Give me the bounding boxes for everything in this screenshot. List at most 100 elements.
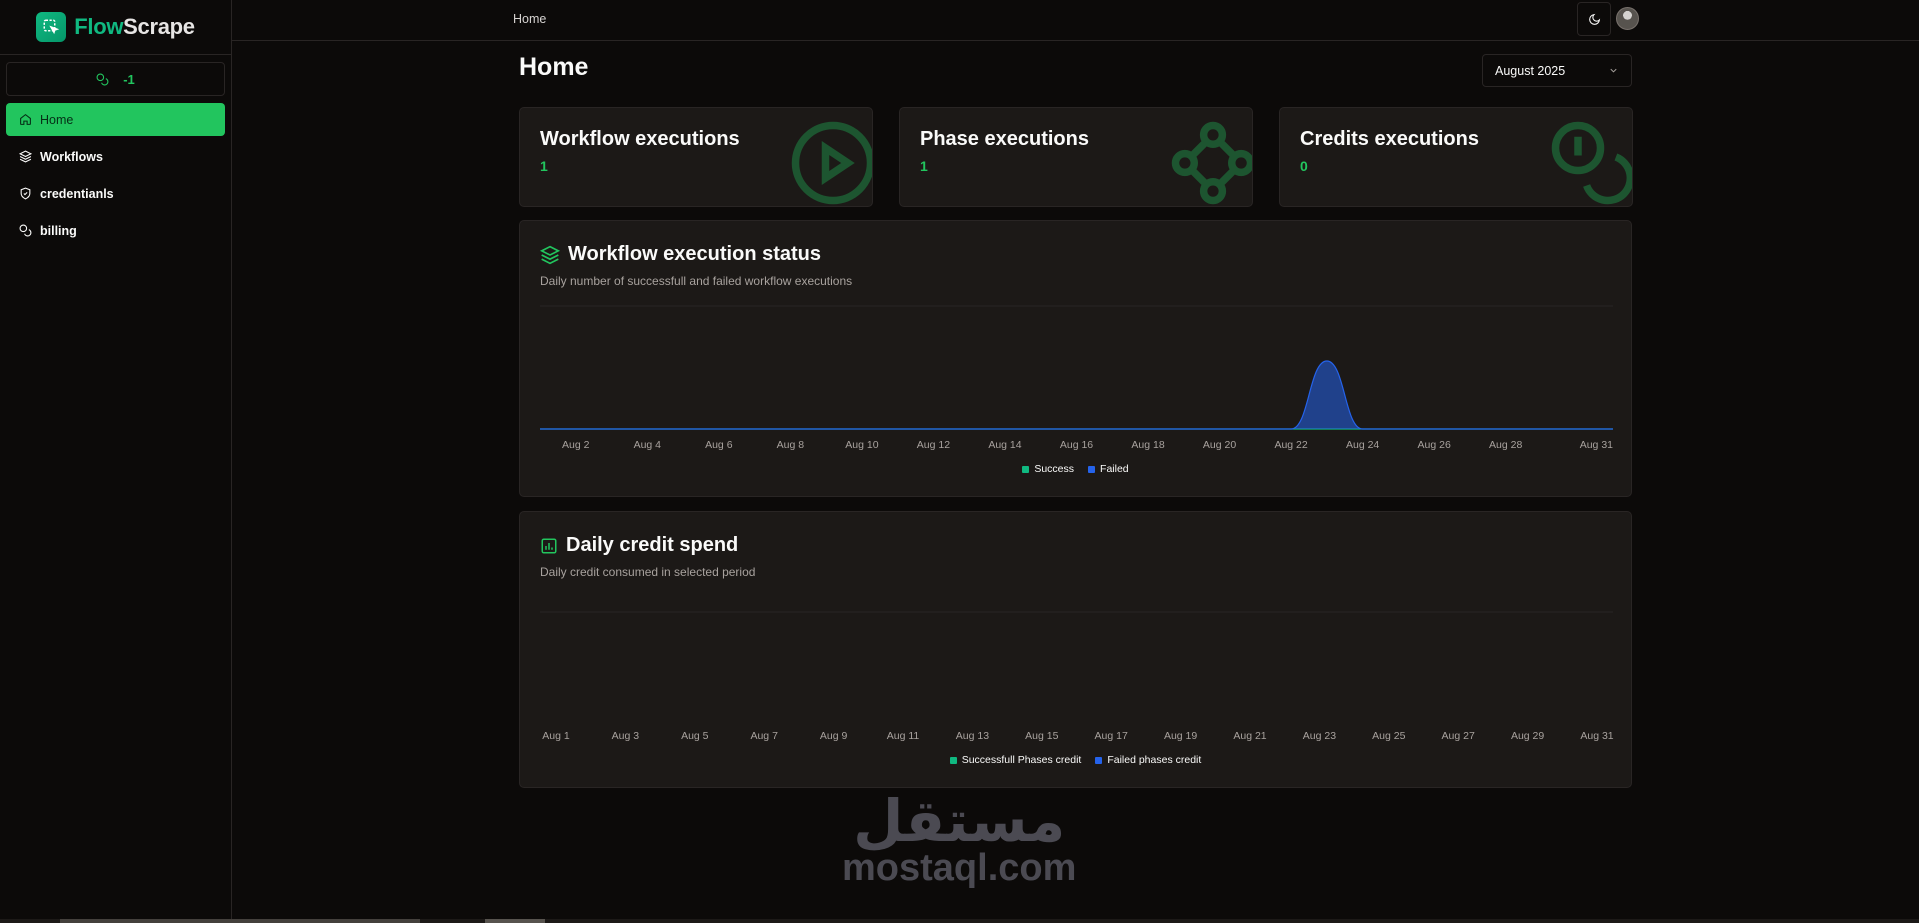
stat-card-credits-executions: Credits executions 0: [1279, 107, 1633, 207]
sidebar-item-home[interactable]: Home: [6, 103, 225, 136]
home-icon: [20, 113, 31, 125]
x-tick-label: Aug 3: [612, 730, 640, 742]
x-tick-label: Aug 11: [887, 730, 920, 742]
x-tick-label: Aug 21: [1233, 730, 1266, 742]
x-tick-label: Aug 2: [562, 439, 590, 451]
sidebar-item-workflows[interactable]: Workflows: [6, 140, 225, 173]
stat-card-workflow-executions: Workflow executions 1: [519, 107, 873, 207]
legend-swatch: [1022, 465, 1030, 473]
pointer-icon: [36, 12, 67, 42]
x-tick-label: Aug 24: [1346, 439, 1379, 451]
x-tick-label: Aug 25: [1372, 730, 1405, 742]
x-tick-label: Aug 13: [956, 730, 989, 742]
legend-label: Failed phases credit: [1107, 754, 1202, 766]
series-area-failed: [540, 361, 1613, 429]
x-tick-label: Aug 4: [634, 439, 662, 451]
stat-label: Workflow executions: [540, 128, 740, 150]
x-tick-label: Aug 22: [1274, 439, 1307, 451]
credit-spend-panel: Daily credit spend Daily credit consumed…: [519, 511, 1632, 788]
theme-toggle-button[interactable]: [1577, 2, 1611, 36]
credit-spend-chart: Aug 1 Aug 3 Aug 5 Aug 7 Aug 9 Aug 11 Aug 13 Aug…: [540, 611, 1614, 742]
x-tick-label: Aug 6: [705, 439, 733, 451]
circle-play-icon: [791, 121, 872, 205]
legend-label: Failed: [1100, 463, 1129, 475]
sidebar: FlowScrape -1 Home Workflows credentianl…: [0, 0, 232, 923]
x-tick-label: Aug 17: [1095, 730, 1128, 742]
x-tick-label: Aug 1: [542, 730, 570, 742]
avatar[interactable]: [1616, 7, 1639, 30]
series-line-failed: [539, 360, 1613, 430]
top-bar: Home: [232, 0, 1919, 41]
credits-value: -1: [123, 71, 135, 87]
x-tick-label: Aug 28: [1489, 439, 1522, 451]
x-tick-label: Aug 31: [1580, 439, 1613, 451]
app-logo[interactable]: FlowScrape: [0, 0, 231, 55]
watermark-latin: mostaql.com: [842, 847, 1077, 889]
app-name: FlowScrape: [74, 14, 195, 40]
stat-card-phase-executions: Phase executions 1: [899, 107, 1253, 207]
x-tick-label: Aug 15: [1025, 730, 1058, 742]
legend-swatch: [1088, 465, 1096, 473]
period-select[interactable]: August 2025: [1482, 54, 1632, 87]
stat-value: 0: [1300, 158, 1308, 174]
legend-label: Successfull Phases credit: [961, 754, 1082, 766]
watermark-arabic: مستقل: [853, 787, 1066, 855]
sidebar-item-billing[interactable]: billing: [6, 214, 225, 247]
x-tick-label: Aug 27: [1442, 730, 1475, 742]
x-tick-label: Aug 8: [777, 439, 805, 451]
page-title: Home: [519, 53, 589, 81]
legend-item-successful-credit[interactable]: Successfull Phases credit: [949, 754, 1082, 766]
workflow-status-panel: Workflow execution status Daily number o…: [519, 220, 1632, 497]
app-name-part2: Scrape: [123, 14, 195, 39]
sidebar-nav: Home Workflows credentianls billing: [0, 103, 231, 247]
moon-icon: [1588, 13, 1600, 25]
sidebar-item-label: Workflows: [40, 149, 103, 164]
scrollbar-thumb[interactable]: [60, 919, 420, 923]
legend-swatch: [949, 756, 957, 764]
chevron-down-icon: [1610, 68, 1617, 73]
chart-legend: Success Failed: [520, 463, 1631, 475]
stat-label: Phase executions: [920, 128, 1089, 150]
stat-value: 1: [920, 158, 928, 174]
x-tick-label: Aug 16: [1060, 439, 1093, 451]
stat-value: 1: [540, 158, 548, 174]
x-tick-label: Aug 23: [1303, 730, 1336, 742]
watermark: مستقل mostaql.com: [842, 787, 1077, 889]
sidebar-item-label: Home: [40, 112, 74, 127]
sidebar-item-label: credentianls: [40, 186, 114, 201]
x-tick-label: Aug 26: [1418, 439, 1451, 451]
x-tick-label: Aug 31: [1580, 730, 1613, 742]
chart-legend: Successfull Phases credit Failed phases …: [520, 754, 1631, 766]
legend-item-success[interactable]: Success: [1022, 463, 1074, 475]
scrollbar-thumb[interactable]: [485, 919, 545, 923]
breadcrumb[interactable]: Home: [513, 12, 546, 26]
x-tick-label: Aug 20: [1203, 439, 1236, 451]
x-tick-label: Aug 14: [988, 439, 1021, 451]
x-tick-label: Aug 29: [1511, 730, 1544, 742]
sidebar-item-credentials[interactable]: credentianls: [6, 177, 225, 210]
legend-item-failed[interactable]: Failed: [1088, 463, 1129, 475]
coins-icon: [96, 73, 109, 85]
sidebar-item-label: billing: [40, 223, 77, 238]
coins-icon: [1551, 121, 1632, 205]
x-tick-label: Aug 10: [845, 439, 878, 451]
stat-label: Credits executions: [1300, 128, 1479, 150]
x-tick-label: Aug 9: [820, 730, 848, 742]
legend-swatch: [1095, 756, 1103, 764]
layers-icon: [19, 150, 32, 163]
workflow-status-chart: Aug 2 Aug 4 Aug 6 Aug 8 Aug 10 Aug 12 Aug 14 Au…: [539, 305, 1613, 451]
credits-balance[interactable]: -1: [6, 62, 225, 96]
x-tick-label: Aug 7: [750, 730, 778, 742]
x-tick-label: Aug 18: [1131, 439, 1164, 451]
x-tick-label: Aug 5: [681, 730, 709, 742]
waypoints-icon: [1171, 121, 1252, 205]
app-name-part1: Flow: [74, 14, 124, 39]
x-tick-label: Aug 19: [1164, 730, 1197, 742]
period-select-value: August 2025: [1495, 63, 1566, 78]
horizontal-scrollbar[interactable]: [0, 919, 1919, 923]
shield-check-icon: [20, 187, 31, 200]
x-tick-label: Aug 12: [917, 439, 950, 451]
coins-icon: [19, 224, 32, 237]
legend-label: Success: [1034, 463, 1075, 475]
legend-item-failed-credit[interactable]: Failed phases credit: [1095, 754, 1201, 766]
